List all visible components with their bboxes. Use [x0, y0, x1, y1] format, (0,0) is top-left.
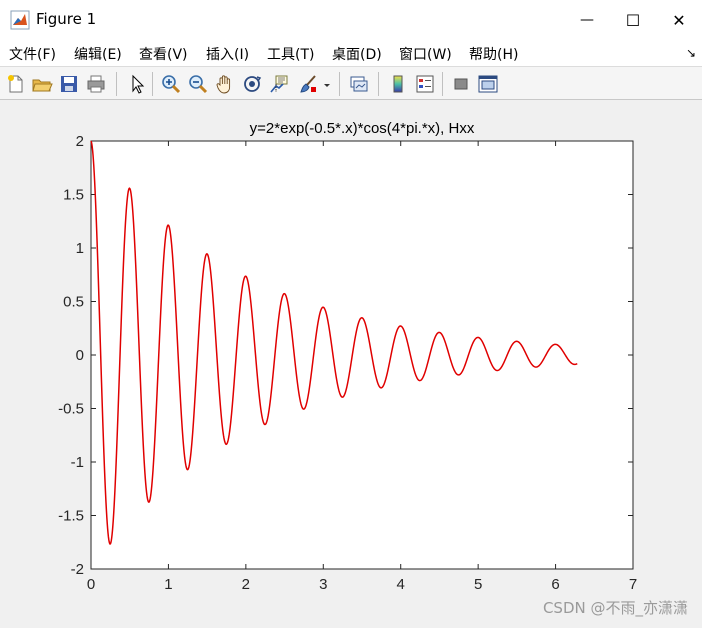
close-button[interactable]: ✕ [656, 0, 702, 40]
figure-toolbar [0, 66, 702, 100]
print-button[interactable] [85, 73, 107, 95]
rotate-3d-button[interactable] [241, 73, 263, 95]
window-title: Figure 1 [36, 10, 97, 28]
chevron-down-icon [324, 84, 330, 87]
menu-desktop[interactable]: 桌面(D) [332, 44, 382, 64]
insert-colorbar-icon [393, 75, 403, 93]
new-figure-icon [8, 75, 23, 93]
zoom-in-button[interactable] [160, 73, 182, 95]
matlab-logo-icon [10, 10, 30, 30]
x-tick-label: 0 [87, 576, 95, 593]
x-tick-label: 6 [551, 576, 559, 593]
pan-hand-icon [216, 75, 231, 94]
y-tick-label: 0 [76, 347, 84, 364]
link-plot-button[interactable] [348, 73, 370, 95]
y-tick-label: 1 [76, 240, 84, 257]
menu-window[interactable]: 窗口(W) [399, 44, 452, 64]
plot-svg: 0 1 2 3 4 5 6 7 2 1.5 1 0.5 0 -0.5 -1 -1.5 -2 y=2*exp(-0.… [58, 120, 637, 593]
zoom-out-button[interactable] [187, 73, 209, 95]
x-tick-label: 5 [474, 576, 482, 593]
hide-plot-tools-icon [454, 78, 468, 90]
link-plot-icon [350, 76, 368, 92]
y-tick-label: -2 [71, 561, 84, 578]
x-tick-label: 4 [397, 576, 405, 593]
figure-canvas: 0 1 2 3 4 5 6 7 2 1.5 1 0.5 0 -0.5 -1 -1.5 -2 y=2*exp(-0.… [0, 100, 702, 628]
maximize-button[interactable]: ☐ [610, 0, 656, 40]
toolbar-separator [339, 72, 340, 96]
brush-dropdown-button[interactable] [320, 73, 334, 95]
y-tick-label: 2 [76, 133, 84, 150]
x-tick-label: 1 [164, 576, 172, 593]
toolbar-separator [152, 72, 153, 96]
x-tick-label: 3 [319, 576, 327, 593]
show-plot-tools-icon [478, 75, 498, 93]
menu-overflow-icon[interactable]: ↘ [686, 46, 696, 60]
x-tick-label: 7 [629, 576, 637, 593]
new-figure-button[interactable] [5, 73, 27, 95]
toolbar-separator [378, 72, 379, 96]
toolbar-separator [116, 72, 117, 96]
menu-bar: 文件(F) 编辑(E) 查看(V) 插入(I) 工具(T) 桌面(D) 窗口(W… [0, 40, 702, 66]
x-tick-label: 2 [242, 576, 250, 593]
chart-title: y=2*exp(-0.5*.x)*cos(4*pi.*x), Hxx [250, 120, 475, 137]
save-icon [61, 76, 77, 92]
title-bar: Figure 1 — ☐ ✕ [0, 0, 702, 40]
maximize-icon: ☐ [625, 10, 641, 30]
toolbar-separator [442, 72, 443, 96]
data-cursor-button[interactable] [268, 73, 290, 95]
y-tick-label: -1 [71, 454, 84, 471]
rotate-3d-icon [244, 76, 262, 92]
open-file-icon [32, 79, 53, 92]
data-cursor-icon [270, 75, 288, 93]
brush-icon [300, 75, 316, 93]
menu-insert[interactable]: 插入(I) [206, 44, 249, 64]
axes-box [90, 140, 634, 570]
insert-legend-icon [416, 75, 434, 93]
open-file-button[interactable] [31, 73, 53, 95]
menu-edit[interactable]: 编辑(E) [74, 44, 122, 64]
y-tick-label: -0.5 [58, 401, 84, 418]
minimize-icon: — [580, 12, 594, 28]
close-icon: ✕ [672, 10, 686, 30]
show-plot-tools-button[interactable] [477, 73, 499, 95]
hide-plot-tools-button[interactable] [450, 73, 472, 95]
select-pointer-button[interactable] [126, 73, 148, 95]
pan-button[interactable] [214, 73, 236, 95]
menu-tools[interactable]: 工具(T) [267, 44, 314, 64]
select-pointer-icon [132, 74, 145, 94]
print-icon [87, 75, 105, 93]
y-tick-label: -1.5 [58, 508, 84, 525]
menu-view[interactable]: 查看(V) [139, 44, 188, 64]
zoom-in-icon [162, 75, 181, 94]
insert-colorbar-button[interactable] [387, 73, 409, 95]
brush-button[interactable] [297, 73, 319, 95]
y-tick-label: 0.5 [63, 294, 84, 311]
minimize-button[interactable]: — [564, 0, 610, 40]
save-button[interactable] [58, 73, 80, 95]
menu-help[interactable]: 帮助(H) [469, 44, 518, 64]
insert-legend-button[interactable] [414, 73, 436, 95]
y-tick-label: 1.5 [63, 187, 84, 204]
menu-file[interactable]: 文件(F) [9, 44, 56, 64]
zoom-out-icon [189, 75, 208, 94]
watermark-text: CSDN @不雨_亦潇潇 [542, 599, 688, 617]
